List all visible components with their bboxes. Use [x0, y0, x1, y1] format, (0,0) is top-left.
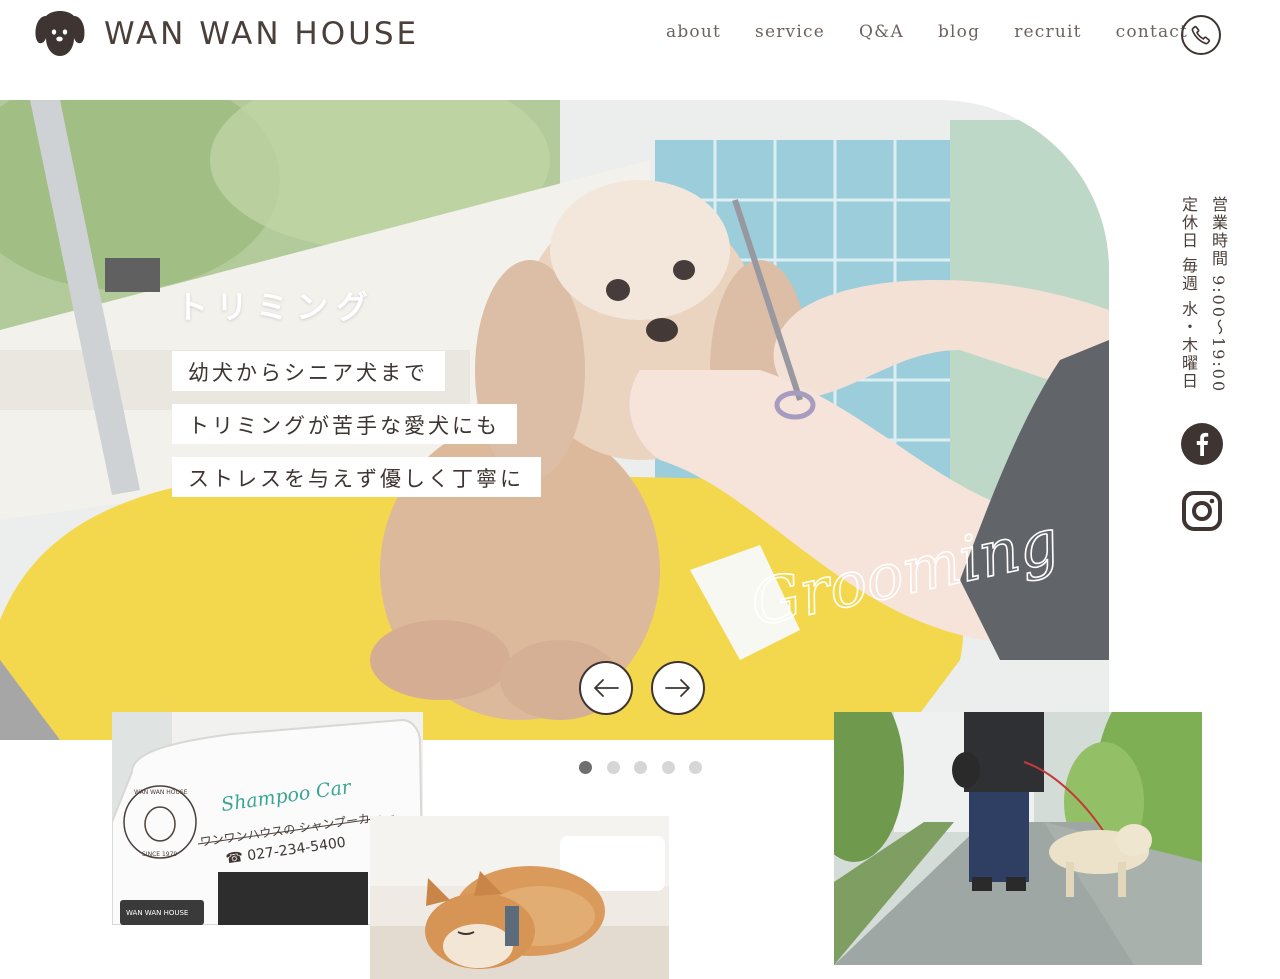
slider-dots — [579, 761, 717, 774]
phone-button[interactable] — [1181, 15, 1221, 55]
holiday-text: 定休日 毎週 水・木曜日 — [1179, 196, 1198, 391]
hero-caption-2: トリミングが苦手な愛犬にも — [172, 404, 517, 444]
prev-slide-button[interactable] — [579, 661, 633, 715]
nav-blog[interactable]: blog — [938, 22, 980, 42]
grooming-script: Grooming — [744, 503, 1066, 641]
hero-title: トリミング — [176, 288, 377, 326]
facebook-icon — [1196, 432, 1209, 456]
dog-logo-icon — [35, 11, 85, 56]
arrow-left-icon — [594, 679, 619, 697]
nav-about[interactable]: about — [666, 22, 721, 42]
dog-walk-illustration — [834, 712, 1202, 965]
next-slide-button[interactable] — [651, 661, 705, 715]
instagram-link[interactable] — [1181, 490, 1223, 532]
nav-contact[interactable]: contact — [1116, 22, 1188, 42]
car-plate: WAN WAN HOUSE — [126, 909, 188, 917]
instagram-icon — [1182, 491, 1222, 531]
nav-recruit[interactable]: recruit — [1014, 22, 1081, 42]
slide-dot-3[interactable] — [634, 761, 647, 774]
facebook-link[interactable] — [1181, 423, 1223, 465]
car-badge-top: WAN WAN HOUSE — [134, 789, 188, 796]
car-badge-bottom: SINCE 1979 — [142, 851, 177, 858]
arrow-right-icon — [665, 679, 690, 697]
hours-text: 営業時間 9:00〜19:00 — [1209, 196, 1228, 394]
business-hours: 営業時間 9:00〜19:00 定休日 毎週 水・木曜日 — [1173, 196, 1233, 393]
hero-caption-3: ストレスを与えず優しく丁寧に — [172, 457, 541, 497]
nav-service[interactable]: service — [755, 22, 825, 42]
shiba-illustration — [370, 816, 669, 979]
brand-name: WAN WAN HOUSE — [104, 16, 420, 52]
nav-qa[interactable]: Q&A — [859, 22, 904, 42]
phone-icon — [1191, 25, 1211, 45]
slide-dot-2[interactable] — [606, 761, 620, 774]
slide-dot-5[interactable] — [689, 761, 702, 774]
dog-walk-photo — [834, 712, 1202, 965]
shiba-photo — [370, 816, 669, 979]
slide-dot-4[interactable] — [661, 761, 675, 774]
hero-caption-1: 幼犬からシニア犬まで — [172, 351, 445, 391]
slide-dot-1[interactable] — [579, 761, 592, 774]
brand-logo[interactable]: WAN WAN HOUSE — [34, 8, 419, 60]
hero-slider: トリミング 幼犬からシニア犬まで トリミングが苦手な愛犬にも ストレスを与えず優… — [0, 100, 1109, 740]
main-nav: about service Q&A blog recruit contact — [666, 22, 1222, 42]
script-word-text: Grooming — [744, 504, 1064, 640]
